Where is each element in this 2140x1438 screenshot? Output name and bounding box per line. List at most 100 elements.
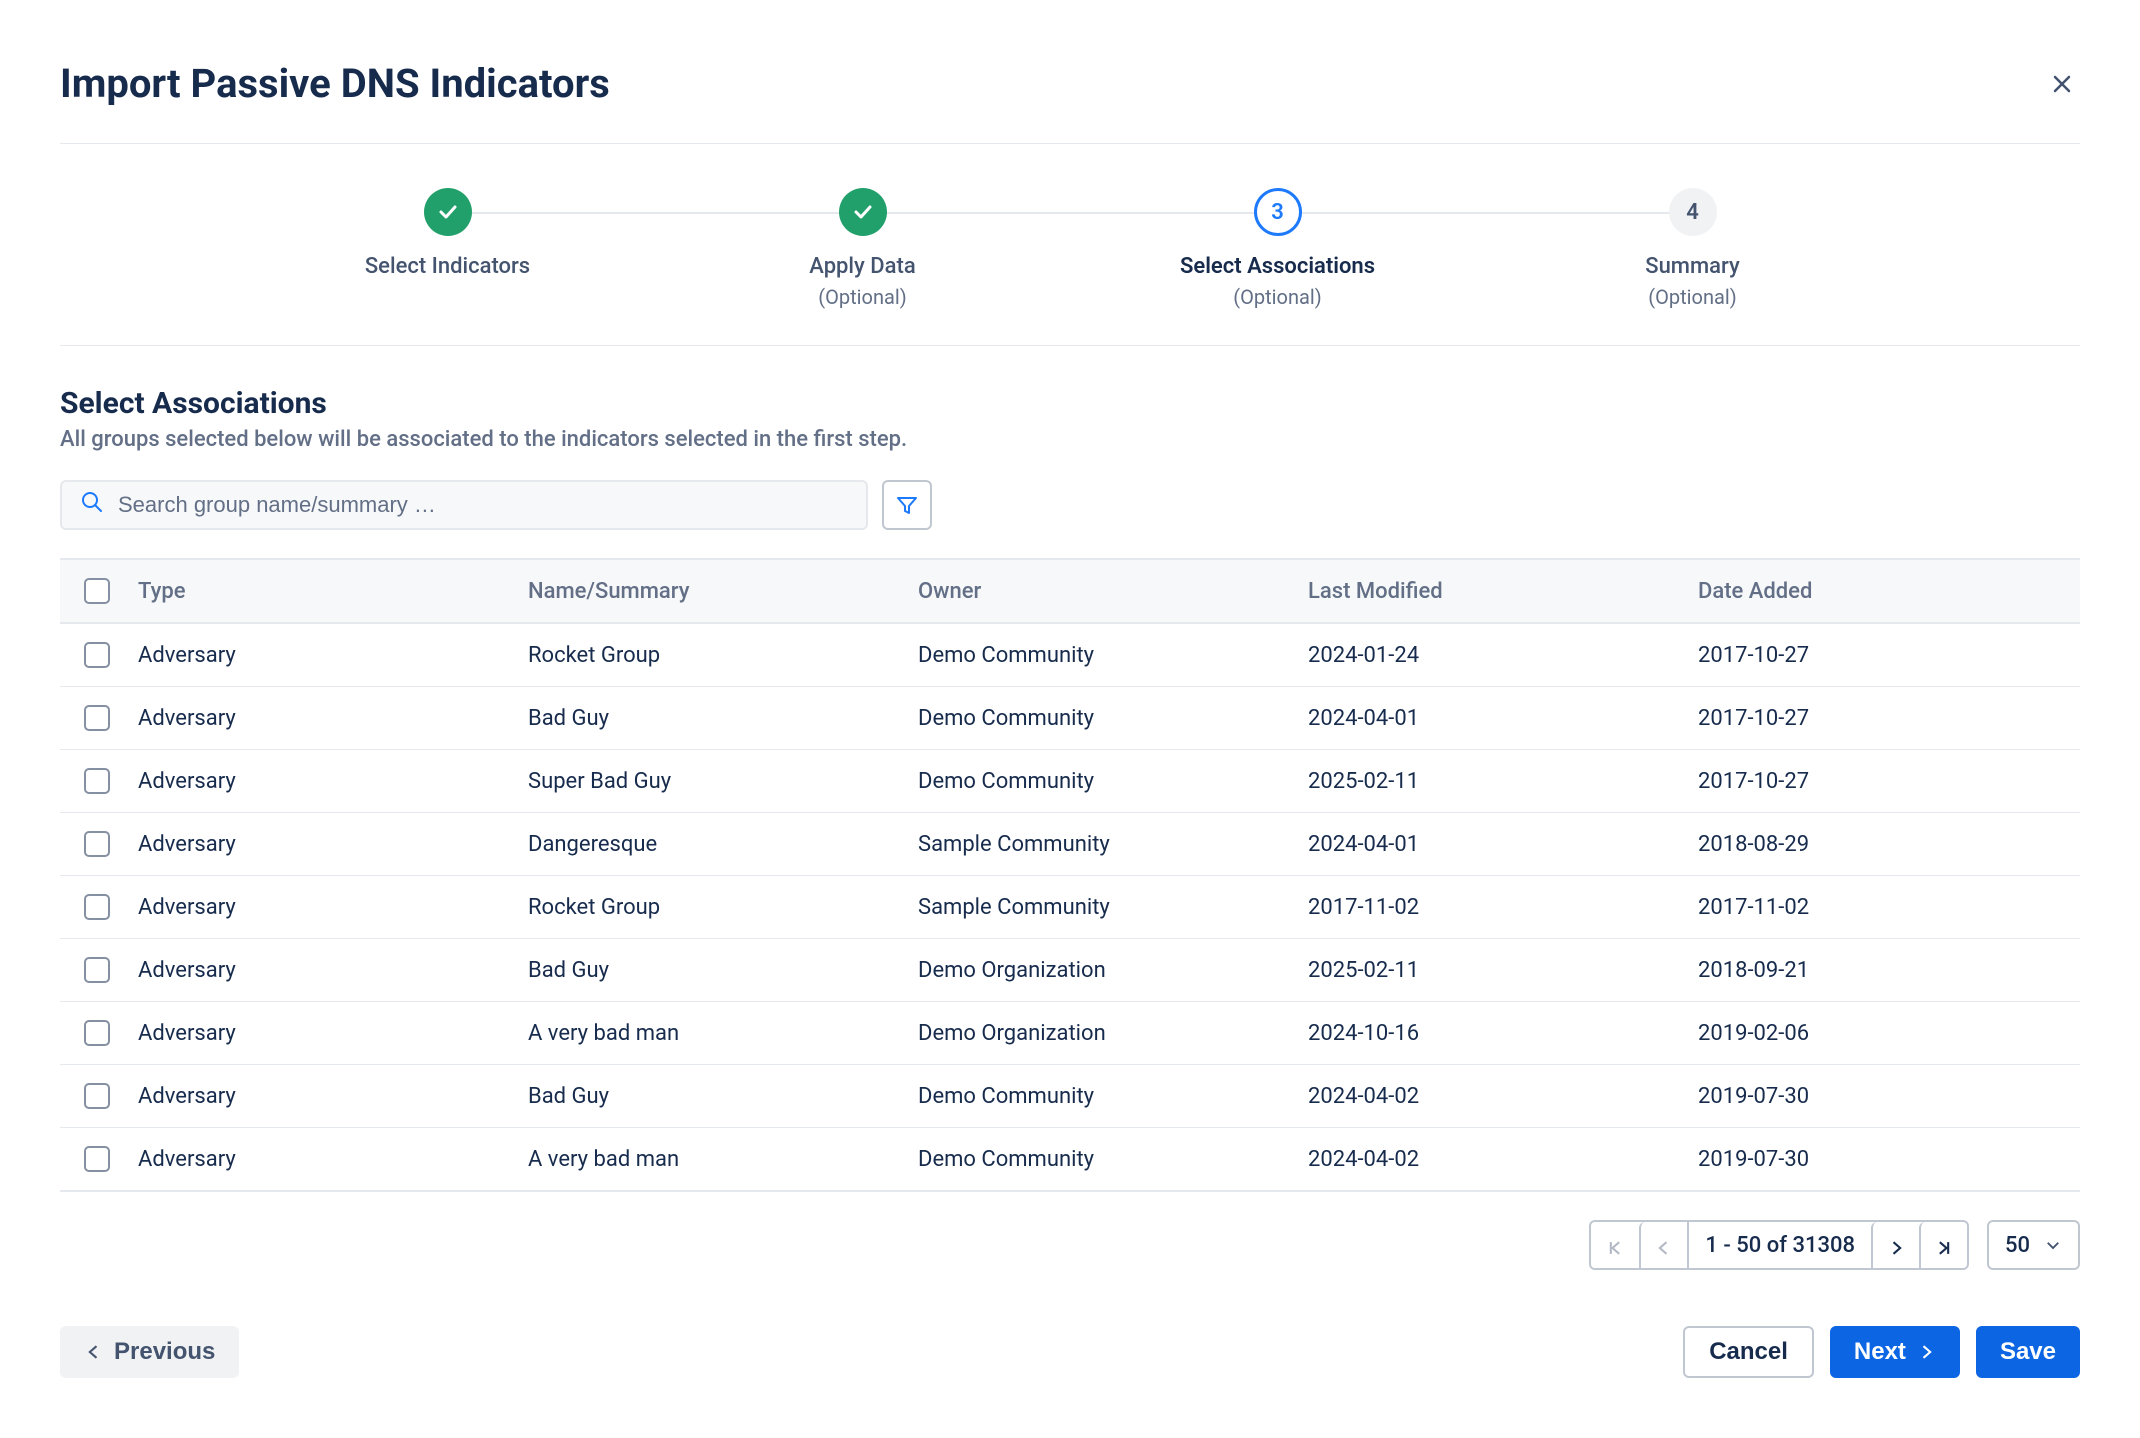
cell-owner: Demo Community — [904, 750, 1294, 813]
row-checkbox[interactable] — [84, 768, 110, 794]
step-optional: (Optional) — [1648, 285, 1736, 309]
chevron-left-icon — [84, 1342, 104, 1362]
table-row: AdversaryDangeresqueSample Community2024… — [60, 813, 2080, 876]
step-optional: (Optional) — [1233, 285, 1321, 309]
row-checkbox[interactable] — [84, 1020, 110, 1046]
search-input[interactable] — [118, 492, 848, 518]
check-icon — [851, 200, 875, 224]
cell-name: Dangeresque — [514, 813, 904, 876]
cell-added: 2018-09-21 — [1684, 939, 2080, 1002]
page-first-button[interactable] — [1591, 1222, 1639, 1270]
cell-type: Adversary — [124, 813, 514, 876]
table-row: AdversaryRocket GroupSample Community201… — [60, 876, 2080, 939]
filter-icon — [895, 493, 919, 517]
row-checkbox[interactable] — [84, 1146, 110, 1172]
cell-added: 2017-10-27 — [1684, 687, 2080, 750]
row-checkbox[interactable] — [84, 894, 110, 920]
page-title: Import Passive DNS Indicators — [60, 60, 610, 107]
table-row: AdversaryA very bad manDemo Community202… — [60, 1128, 2080, 1192]
step-label: Select Associations — [1180, 254, 1375, 279]
previous-button[interactable]: Previous — [60, 1326, 239, 1378]
search-icon — [80, 490, 104, 520]
save-button-label: Save — [2000, 1338, 2056, 1366]
cell-type: Adversary — [124, 876, 514, 939]
page-next-button[interactable] — [1871, 1222, 1919, 1270]
column-name[interactable]: Name/Summary — [514, 559, 904, 623]
cell-name: Rocket Group — [514, 623, 904, 687]
step-select-associations: 3 Select Associations (Optional) — [1070, 188, 1485, 309]
row-checkbox[interactable] — [84, 831, 110, 857]
column-modified[interactable]: Last Modified — [1294, 559, 1684, 623]
cell-added: 2019-07-30 — [1684, 1065, 2080, 1128]
cell-owner: Sample Community — [904, 876, 1294, 939]
cell-owner: Demo Community — [904, 623, 1294, 687]
cell-type: Adversary — [124, 1002, 514, 1065]
section-description: All groups selected below will be associ… — [60, 427, 2080, 452]
page-size-value: 50 — [2005, 1233, 2030, 1258]
cell-owner: Demo Community — [904, 1128, 1294, 1192]
cell-name: Super Bad Guy — [514, 750, 904, 813]
row-checkbox[interactable] — [84, 642, 110, 668]
divider — [60, 345, 2080, 346]
table-row: AdversaryRocket GroupDemo Community2024-… — [60, 623, 2080, 687]
row-checkbox[interactable] — [84, 1083, 110, 1109]
cell-type: Adversary — [124, 687, 514, 750]
cell-type: Adversary — [124, 1128, 514, 1192]
cell-added: 2018-08-29 — [1684, 813, 2080, 876]
cell-added: 2017-10-27 — [1684, 750, 2080, 813]
search-box[interactable] — [60, 480, 868, 530]
row-checkbox[interactable] — [84, 957, 110, 983]
close-button[interactable] — [2044, 66, 2080, 102]
chevron-left-icon — [1654, 1238, 1674, 1258]
column-type[interactable]: Type — [124, 559, 514, 623]
pagination-range: 1 - 50 of 31308 — [1687, 1222, 1871, 1268]
table-row: AdversaryBad GuyDemo Organization2025-02… — [60, 939, 2080, 1002]
step-select-indicators: Select Indicators — [240, 188, 655, 279]
cell-owner: Demo Organization — [904, 1002, 1294, 1065]
step-label: Select Indicators — [365, 254, 530, 279]
cell-name: Bad Guy — [514, 687, 904, 750]
table-row: AdversaryBad GuyDemo Community2024-04-02… — [60, 1065, 2080, 1128]
check-icon — [436, 200, 460, 224]
cell-owner: Demo Community — [904, 1065, 1294, 1128]
cancel-button[interactable]: Cancel — [1683, 1326, 1814, 1378]
chevron-first-icon — [1605, 1238, 1625, 1258]
step-circle-done — [839, 188, 887, 236]
chevron-right-icon — [1886, 1238, 1906, 1258]
cell-modified: 2024-04-02 — [1294, 1065, 1684, 1128]
page-last-button[interactable] — [1919, 1222, 1967, 1270]
cell-modified: 2017-11-02 — [1294, 876, 1684, 939]
close-icon — [2050, 72, 2074, 96]
filter-button[interactable] — [882, 480, 932, 530]
associations-table: Type Name/Summary Owner Last Modified Da… — [60, 558, 2080, 1192]
next-button[interactable]: Next — [1830, 1326, 1960, 1378]
page-size-select[interactable]: 50 — [1987, 1220, 2080, 1270]
table-row: AdversaryBad GuyDemo Community2024-04-01… — [60, 687, 2080, 750]
cell-modified: 2024-01-24 — [1294, 623, 1684, 687]
cell-type: Adversary — [124, 623, 514, 687]
cell-modified: 2024-10-16 — [1294, 1002, 1684, 1065]
cell-modified: 2025-02-11 — [1294, 939, 1684, 1002]
next-button-label: Next — [1854, 1338, 1906, 1366]
stepper: Select Indicators Apply Data (Optional) … — [240, 144, 1900, 345]
column-added[interactable]: Date Added — [1684, 559, 2080, 623]
cell-added: 2017-11-02 — [1684, 876, 2080, 939]
cell-name: A very bad man — [514, 1128, 904, 1192]
select-all-checkbox[interactable] — [84, 578, 110, 604]
step-circle-active: 3 — [1254, 188, 1302, 236]
step-label: Summary — [1645, 254, 1740, 279]
cell-added: 2017-10-27 — [1684, 623, 2080, 687]
cell-name: A very bad man — [514, 1002, 904, 1065]
cell-owner: Sample Community — [904, 813, 1294, 876]
column-owner[interactable]: Owner — [904, 559, 1294, 623]
cell-modified: 2025-02-11 — [1294, 750, 1684, 813]
row-checkbox[interactable] — [84, 705, 110, 731]
cell-added: 2019-02-06 — [1684, 1002, 2080, 1065]
save-button[interactable]: Save — [1976, 1326, 2080, 1378]
step-circle-done — [424, 188, 472, 236]
step-apply-data: Apply Data (Optional) — [655, 188, 1070, 309]
page-prev-button[interactable] — [1639, 1222, 1687, 1270]
cell-modified: 2024-04-02 — [1294, 1128, 1684, 1192]
cell-owner: Demo Organization — [904, 939, 1294, 1002]
cell-name: Rocket Group — [514, 876, 904, 939]
